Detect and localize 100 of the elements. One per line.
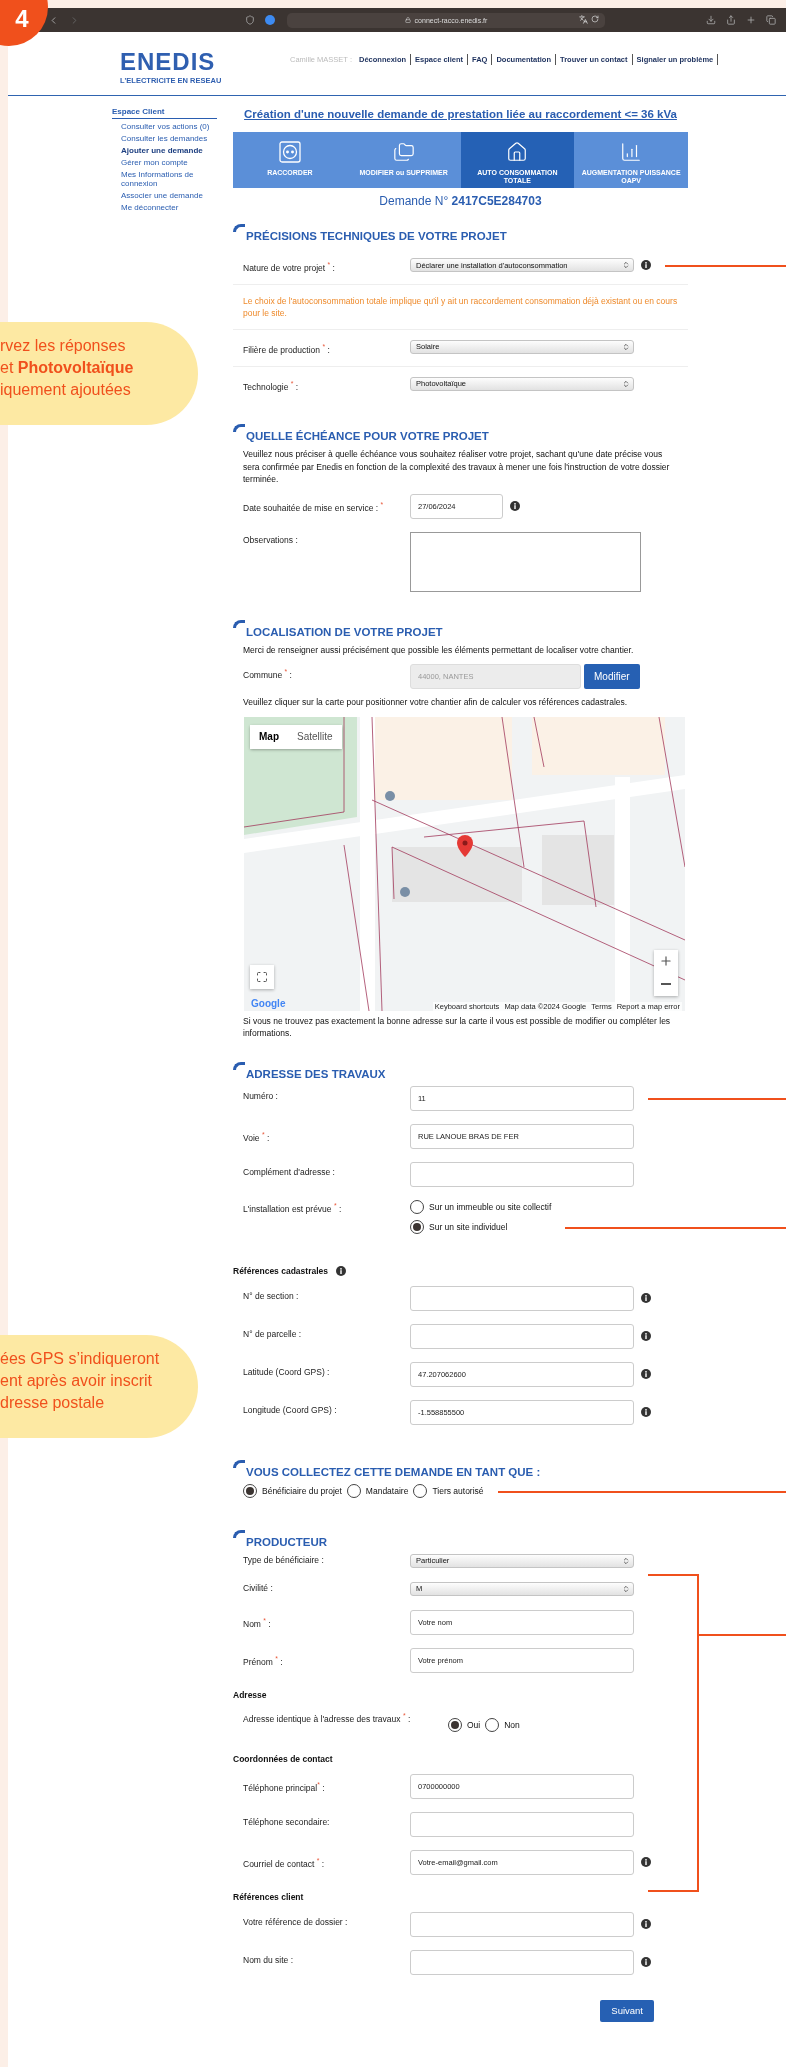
section-heading: QUELLE ÉCHÉANCE POUR VOTRE PROJET bbox=[246, 429, 489, 443]
folders-icon bbox=[392, 141, 415, 163]
radio-button[interactable] bbox=[485, 1718, 500, 1732]
section-heading: PRODUCTEUR bbox=[246, 1535, 328, 1548]
updown-caret-icon bbox=[622, 379, 630, 388]
sidebar-link[interactable]: Consulter vos actions (0) bbox=[112, 122, 217, 131]
request-number: Demande N° 2417C5E284703 bbox=[378, 194, 543, 208]
radio-button[interactable] bbox=[410, 1200, 424, 1214]
sidebar-link[interactable]: Me déconnecter bbox=[112, 203, 217, 212]
field-label: Adresse identique à l'adresse des travaux $^{*}$ : bbox=[243, 1711, 412, 1725]
map-logo: Google bbox=[251, 998, 286, 1009]
input-field[interactable] bbox=[410, 1950, 634, 1975]
socket-icon bbox=[278, 141, 301, 163]
text-area[interactable] bbox=[410, 532, 641, 592]
heading-accent bbox=[233, 620, 245, 628]
subsection-title: Adresse bbox=[233, 1690, 267, 1700]
field-label: Courriel de contact $^{*}$ : bbox=[243, 1856, 326, 1870]
field-label: L'installation est prévue $^{*}$ : bbox=[243, 1201, 343, 1215]
fullscreen-icon bbox=[256, 971, 268, 983]
map-type-tab[interactable]: Satellite bbox=[288, 725, 342, 749]
field-label: Commune $^{*}$ : bbox=[243, 667, 293, 682]
minus-icon bbox=[661, 983, 671, 986]
new-tab-icon[interactable] bbox=[746, 15, 756, 25]
sidebar-link[interactable]: Gérer mon compte bbox=[112, 158, 217, 167]
updown-caret-icon bbox=[622, 1585, 630, 1593]
heading-accent bbox=[233, 1460, 245, 1468]
callout-text: rvez les réponses et Photovoltaïque iquement ajoutées bbox=[0, 336, 135, 400]
extension-icon[interactable] bbox=[265, 15, 275, 25]
next-button[interactable]: Suivant bbox=[600, 2000, 654, 2022]
radio-option[interactable]: Bénéficiaire du projet bbox=[243, 1484, 342, 1498]
radio-button[interactable] bbox=[346, 1484, 361, 1498]
page-title: Création d'une nouvelle demande de prestation liée au raccordement <= 36 kVa bbox=[243, 108, 678, 120]
map-type-tab[interactable]: Map bbox=[250, 725, 288, 749]
plus-icon bbox=[659, 954, 673, 969]
instruction-text: Veuillez nous préciser à quelle échéance vous souhaitez réaliser votre projet, sachant qu'une date précise vous sera confirmée par Enedis en fonction de la complexité des travaux à mener une fois l'instruction de votre dossier terminée. bbox=[242, 448, 671, 486]
sidebar-title: Espace Client bbox=[112, 107, 217, 119]
section-heading: LOCALISATION DE VOTRE PROJET bbox=[246, 625, 443, 638]
modify-button[interactable]: Modifier bbox=[584, 664, 640, 690]
warning-note: Le choix de l'autoconsommation totale implique qu'il y ait un raccordement consommation déjà existant ou en cours pour le site. bbox=[242, 294, 679, 319]
field-label: N° de section : bbox=[243, 1290, 300, 1302]
input-field[interactable] bbox=[410, 1286, 634, 1311]
subsection-title: Références client bbox=[233, 1892, 304, 1902]
field-label: Civilité : bbox=[243, 1582, 274, 1594]
field-label: N° de parcelle : bbox=[243, 1328, 303, 1340]
zoom-out-button[interactable] bbox=[654, 973, 678, 996]
input-field[interactable] bbox=[410, 1324, 634, 1349]
updown-caret-icon bbox=[622, 261, 630, 269]
radio-option[interactable]: Mandataire bbox=[346, 1484, 409, 1498]
fullscreen-button[interactable] bbox=[250, 965, 274, 989]
instruction-text: Si vous ne trouvez pas exactement la bonne adresse sur la carte il vous est possible de modifier ou compléter les informations. bbox=[242, 1015, 672, 1040]
sidebar-link[interactable]: Mes Informations de connexion bbox=[112, 170, 217, 188]
radio-option[interactable]: Sur un immeuble ou site collectif bbox=[410, 1200, 552, 1214]
field-label: Nature de votre projet $^{*}$ : bbox=[243, 260, 336, 274]
radio-option[interactable]: Sur un site individuel bbox=[410, 1220, 552, 1234]
updown-caret-icon bbox=[622, 1557, 630, 1565]
input-field[interactable] bbox=[410, 1812, 634, 1837]
field-label: Voie $^{*}$ : bbox=[243, 1130, 271, 1144]
shield-icon[interactable] bbox=[245, 15, 255, 25]
updown-caret-icon bbox=[622, 342, 630, 351]
field-label: Complément d'adresse : bbox=[243, 1166, 336, 1178]
field-label: Date souhaitée de mise en service : $^{*}$ bbox=[243, 500, 385, 514]
share-icon[interactable] bbox=[726, 15, 736, 25]
subsection-title: Références cadastrales bbox=[233, 1266, 328, 1276]
callout-text: ées GPS s’indiqueront ent après avoir inscrit dresse postale bbox=[0, 1349, 161, 1413]
instruction-text: Merci de renseigner aussi précisément que possible les éléments permettant de localiser votre chantier. bbox=[242, 644, 635, 657]
download-icon[interactable] bbox=[706, 15, 716, 25]
radio-option[interactable]: Oui bbox=[448, 1718, 481, 1732]
field-label: Latitude (Coord GPS) : bbox=[243, 1366, 331, 1378]
heading-accent bbox=[233, 424, 245, 433]
house-icon bbox=[506, 141, 529, 163]
translate-icon[interactable] bbox=[579, 14, 588, 24]
field-label: Téléphone principal$^{*}$ : bbox=[243, 1780, 326, 1794]
heading-accent bbox=[233, 1062, 245, 1070]
field-label: Prénom $^{*}$ : bbox=[243, 1654, 284, 1668]
reload-icon[interactable] bbox=[591, 14, 599, 23]
instruction-text: Veuillez cliquer sur la carte pour positionner votre chantier afin de calculer vos références cadastrales. bbox=[242, 696, 629, 709]
tabs-icon[interactable] bbox=[766, 15, 776, 25]
sidebar-link[interactable]: Associer une demande bbox=[112, 191, 217, 200]
radio-button[interactable] bbox=[413, 1484, 428, 1498]
lock-icon bbox=[404, 17, 411, 23]
field-label: Nom $^{*}$ : bbox=[243, 1616, 272, 1630]
radio-button[interactable] bbox=[243, 1484, 257, 1498]
radio-option[interactable]: Tiers autorisé bbox=[413, 1484, 484, 1498]
input-field[interactable] bbox=[410, 1912, 634, 1937]
heading-accent bbox=[233, 1530, 245, 1538]
input-field[interactable] bbox=[410, 1162, 634, 1187]
field-label: Filière de production $^{*}$ : bbox=[243, 341, 331, 356]
section-heading: PRÉCISIONS TECHNIQUES DE VOTRE PROJET bbox=[246, 229, 507, 242]
radio-button[interactable] bbox=[448, 1718, 462, 1732]
field-label: Votre référence de dossier : bbox=[243, 1916, 349, 1928]
sidebar-link[interactable]: Consulter les demandes bbox=[112, 134, 217, 143]
radio-button[interactable] bbox=[410, 1220, 424, 1234]
field-label: Nom du site : bbox=[243, 1954, 295, 1966]
field-label: Longitude (Coord GPS) : bbox=[243, 1404, 338, 1416]
heading-accent bbox=[233, 224, 245, 232]
sidebar-link[interactable]: Ajouter une demande bbox=[112, 146, 217, 155]
radio-option[interactable]: Non bbox=[485, 1718, 520, 1732]
section-heading: VOUS COLLECTEZ CETTE DEMANDE EN TANT QUE : bbox=[246, 1465, 541, 1478]
subsection-title: Coordonnées de contact bbox=[233, 1754, 333, 1764]
field-label: Technologie $^{*}$ : bbox=[243, 378, 300, 393]
